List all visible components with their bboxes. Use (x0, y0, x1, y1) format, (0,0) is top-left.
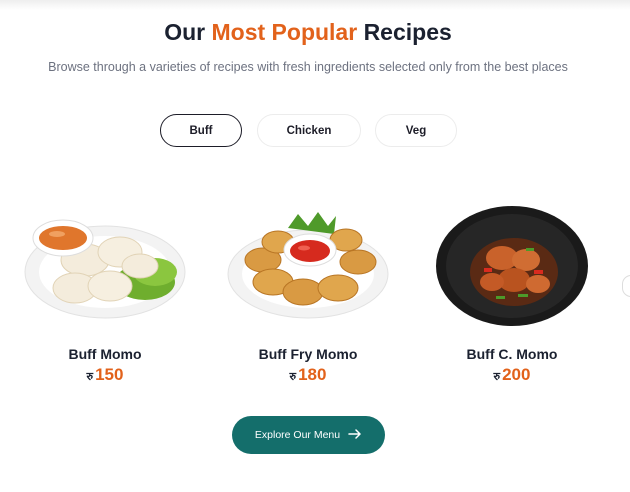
item-name: Buff C. Momo (466, 346, 558, 362)
chilli-momo-bowl-image (422, 200, 602, 330)
explore-menu-button[interactable]: Explore Our Menu (232, 416, 385, 454)
carousel-next-handle[interactable] (622, 275, 630, 297)
explore-menu-label: Explore Our Menu (254, 429, 341, 441)
category-tabs: Buff Chicken Veg (0, 114, 630, 150)
price-value: 200 (502, 365, 531, 384)
title-prefix: Our (164, 19, 206, 45)
currency-symbol: रु (86, 371, 94, 383)
title-suffix: Recipes (363, 19, 452, 45)
item-price: रु 180 (218, 365, 398, 385)
tab-buff[interactable]: Buff (160, 114, 242, 147)
recipe-card[interactable]: Buff Fry Momo रु 180 (218, 200, 398, 390)
item-price: रु 150 (15, 365, 195, 385)
tab-veg[interactable]: Veg (375, 114, 457, 147)
currency-symbol: रु (493, 371, 501, 383)
currency-symbol: रु (289, 371, 297, 383)
item-price: रु 200 (422, 365, 602, 385)
arrow-right-icon (348, 428, 362, 442)
price-value: 180 (298, 365, 327, 384)
title-accent: Most Popular (211, 19, 358, 45)
fried-momo-plate-image (218, 200, 398, 330)
section-subtitle: Browse through a varieties of recipes wi… (48, 60, 568, 74)
top-shadow (0, 0, 630, 10)
recipe-card[interactable]: Buff C. Momo रु 200 (422, 200, 602, 390)
section-title: Our Most Popular Recipes (0, 19, 616, 46)
item-name: Buff Momo (68, 346, 142, 362)
tab-chicken[interactable]: Chicken (257, 114, 361, 147)
item-name: Buff Fry Momo (258, 346, 358, 362)
recipe-card[interactable]: Buff Momo रु 150 (15, 200, 195, 390)
momo-plate-image (15, 200, 195, 330)
price-value: 150 (95, 365, 124, 384)
